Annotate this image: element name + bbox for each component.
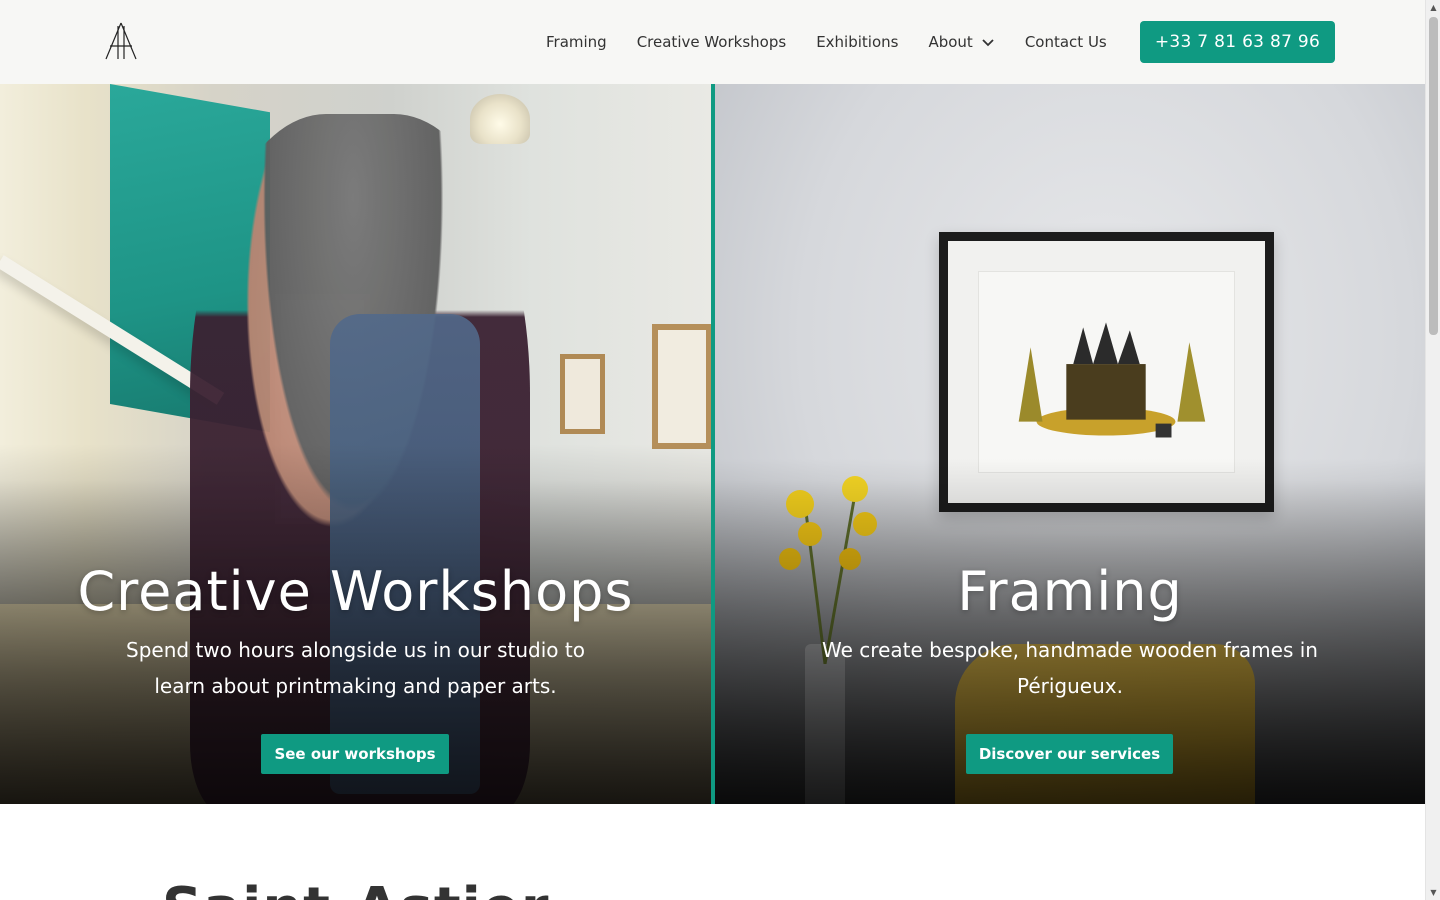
see-workshops-button[interactable]: See our workshops bbox=[261, 734, 449, 774]
phone-button[interactable]: +33 7 81 63 87 96 bbox=[1140, 21, 1335, 63]
nav-contact-us[interactable]: Contact Us bbox=[1025, 33, 1107, 51]
nav-creative-workshops[interactable]: Creative Workshops bbox=[637, 33, 786, 51]
section-title: Saint-Astier bbox=[162, 876, 549, 900]
scroll-thumb[interactable] bbox=[1429, 17, 1438, 335]
framing-title: Framing bbox=[957, 560, 1183, 623]
nav-framing-label: Framing bbox=[546, 33, 607, 51]
nav-exhibitions[interactable]: Exhibitions bbox=[816, 33, 898, 51]
framing-description: We create bespoke, handmade wooden frame… bbox=[822, 638, 1318, 698]
workshops-description: Spend two hours alongside us in our stud… bbox=[126, 638, 585, 698]
nav-contact-us-label: Contact Us bbox=[1024, 33, 1107, 51]
site-header: Framing Creative Workshops Exhibitions A… bbox=[0, 0, 1425, 84]
nav-about-label: About bbox=[928, 33, 973, 51]
hero-section: Creative Workshops Spend two hours along… bbox=[0, 84, 1425, 804]
main-nav: Framing Creative Workshops Exhibitions A… bbox=[546, 0, 1137, 84]
nav-about[interactable]: About bbox=[928, 33, 994, 51]
nav-creative-workshops-label: Creative Workshops bbox=[636, 33, 787, 51]
workshops-panel: Creative Workshops Spend two hours along… bbox=[0, 84, 711, 804]
chevron-down-icon bbox=[982, 39, 994, 47]
scroll-up-arrow-icon[interactable]: ▲ bbox=[1429, 3, 1438, 12]
framing-panel: Framing We create bespoke, handmade wood… bbox=[715, 84, 1425, 804]
discover-services-button[interactable]: Discover our services bbox=[966, 734, 1173, 774]
workshops-title: Creative Workshops bbox=[77, 560, 634, 623]
nav-exhibitions-label: Exhibitions bbox=[816, 33, 899, 51]
page-scrollbar[interactable]: ▲ ▼ bbox=[1425, 0, 1440, 900]
nav-framing[interactable]: Framing bbox=[546, 33, 607, 51]
logo-icon[interactable] bbox=[104, 22, 138, 60]
scroll-down-arrow-icon[interactable]: ▼ bbox=[1429, 888, 1438, 897]
